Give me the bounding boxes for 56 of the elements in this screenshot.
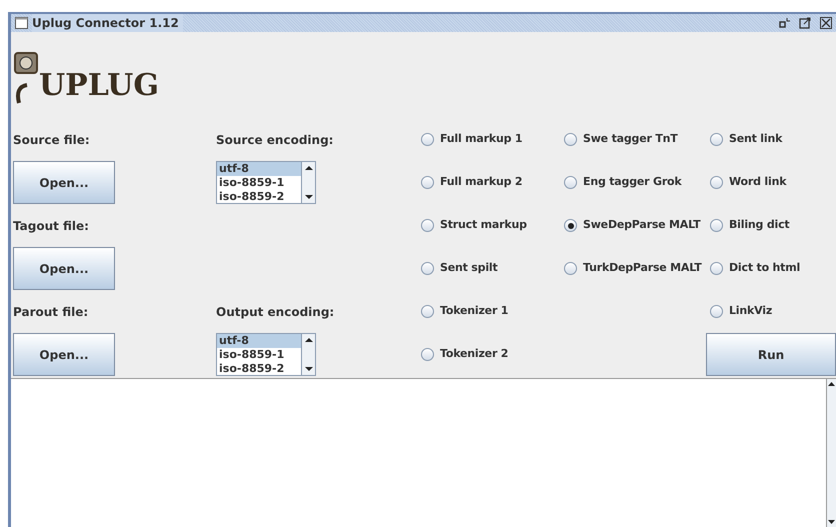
radio-button[interactable] — [564, 176, 577, 189]
option-label: Eng tagger Grok — [583, 174, 682, 190]
radio-button[interactable] — [421, 348, 434, 361]
option-label: Swe tagger TnT — [583, 131, 678, 148]
radio-button[interactable] — [710, 133, 723, 146]
radio-button[interactable] — [564, 219, 577, 232]
field-label: Output encoding: — [216, 304, 334, 320]
option-label: Word link — [729, 174, 786, 190]
logo: UPLUG — [13, 45, 159, 105]
radio-button[interactable] — [564, 262, 577, 275]
option-label: Sent link — [729, 131, 782, 148]
option-label: Biling dict — [729, 217, 790, 234]
option-label: LinkViz — [729, 303, 772, 320]
window-icon — [15, 17, 28, 29]
option-label: Sent spilt — [440, 260, 498, 276]
encoding-item[interactable]: iso-8859-2 — [217, 362, 301, 375]
encoding-list[interactable]: utf-8 iso-8859-1 iso-8859-2 — [216, 333, 316, 376]
scrollbar[interactable] — [301, 334, 315, 375]
option-label: Tokenizer 2 — [440, 346, 508, 362]
encoding-item[interactable]: utf-8 — [217, 334, 301, 348]
open-button[interactable]: Open... — [13, 333, 115, 376]
radio-button[interactable] — [421, 133, 434, 146]
radio-button[interactable] — [710, 219, 723, 232]
field-label: Tagout file: — [13, 218, 89, 234]
option-label: Full markup 1 — [440, 131, 522, 148]
field-label: Source file: — [13, 132, 90, 148]
radio-button[interactable] — [710, 305, 723, 318]
radio-button[interactable] — [564, 133, 577, 146]
radio-button[interactable] — [710, 176, 723, 189]
open-button[interactable]: Open... — [13, 161, 115, 204]
option-label: Dict to html — [729, 260, 800, 276]
encoding-item[interactable]: iso-8859-1 — [217, 176, 301, 190]
option-label: SweDepParse MALT — [583, 217, 700, 234]
radio-button[interactable] — [421, 305, 434, 318]
minimize-icon[interactable] — [779, 17, 791, 29]
encoding-item[interactable]: iso-8859-1 — [217, 348, 301, 362]
encoding-item[interactable]: utf-8 — [217, 162, 301, 176]
field-label: Source encoding: — [216, 132, 334, 148]
maximize-icon[interactable] — [799, 17, 812, 29]
radio-button[interactable] — [421, 262, 434, 275]
scrollbar[interactable] — [301, 162, 315, 203]
option-label: TurkDepParse MALT — [583, 260, 702, 276]
encoding-item[interactable]: iso-8859-2 — [217, 190, 301, 203]
scrollbar[interactable] — [826, 379, 836, 527]
field-label: Parout file: — [13, 304, 88, 320]
option-label: Struct markup — [440, 217, 527, 234]
option-label: Full markup 2 — [440, 174, 522, 190]
radio-button[interactable] — [421, 219, 434, 232]
radio-button[interactable] — [710, 262, 723, 275]
radio-button[interactable] — [421, 176, 434, 189]
encoding-list[interactable]: utf-8 iso-8859-1 iso-8859-2 — [216, 161, 316, 204]
close-icon[interactable] — [820, 17, 832, 29]
option-label: Tokenizer 1 — [440, 303, 508, 320]
window-title: Uplug Connector 1.12 — [32, 14, 183, 32]
open-button[interactable]: Open... — [13, 247, 115, 290]
run-button[interactable]: Run — [706, 333, 836, 376]
